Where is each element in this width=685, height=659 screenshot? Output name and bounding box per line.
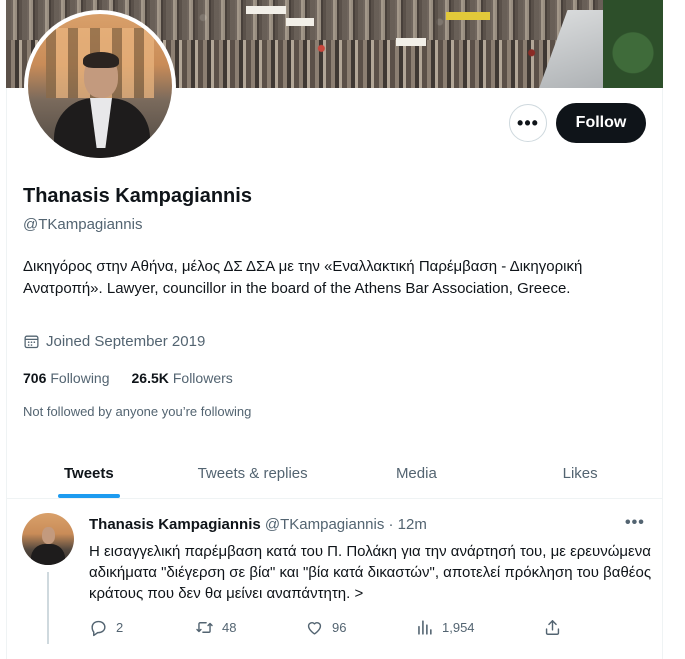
tweet-avatar[interactable] <box>22 513 74 565</box>
like-icon <box>307 622 322 635</box>
reply-button[interactable]: 2 <box>89 618 123 637</box>
tweet-more-button[interactable]: ••• <box>625 514 645 532</box>
profile-avatar[interactable] <box>24 10 176 162</box>
reply-icon <box>91 620 106 637</box>
followers-link[interactable]: 26.5K Followers <box>132 370 233 386</box>
followers-count: 26.5K <box>131 370 169 386</box>
joined-date: Joined September 2019 <box>23 333 205 350</box>
profile-tabs: Tweets Tweets & replies Media Likes <box>7 449 662 499</box>
like-button[interactable]: 96 <box>305 618 346 637</box>
joined-label: Joined September 2019 <box>46 333 206 350</box>
tab-tweets[interactable]: Tweets <box>7 449 171 498</box>
tab-tweets-replies[interactable]: Tweets & replies <box>171 449 335 498</box>
following-label: Following <box>50 370 110 386</box>
profile-handle: @TKampagiannis <box>23 216 143 233</box>
more-icon: ••• <box>625 514 645 531</box>
like-count: 96 <box>332 620 347 635</box>
share-button[interactable] <box>543 618 562 637</box>
following-count: 706 <box>23 370 47 386</box>
followers-label: Followers <box>172 370 233 386</box>
following-link[interactable]: 706 Following <box>23 370 110 386</box>
not-followed-notice: Not followed by anyone you’re following <box>23 404 252 419</box>
views-icon <box>418 620 432 635</box>
tweet-text: Η εισαγγελική παρέμβαση κατά του Π. Πολά… <box>89 543 652 602</box>
tweet-author-name[interactable]: Thanasis Kampagiannis <box>89 516 261 533</box>
calendar-icon <box>24 335 39 349</box>
profile-name: Thanasis Kampagiannis <box>23 185 252 207</box>
tweet[interactable]: Thanasis Kampagiannis @TKampagiannis · 1… <box>7 500 662 659</box>
views-count: 1,954 <box>442 620 475 635</box>
thread-line <box>47 572 49 644</box>
tweet-actions: 2 48 96 1,954 <box>89 618 569 642</box>
tab-media[interactable]: Media <box>335 449 499 498</box>
share-icon <box>545 620 560 635</box>
follow-button[interactable]: Follow <box>556 103 646 143</box>
retweet-icon <box>196 622 213 633</box>
more-icon: ••• <box>517 113 539 133</box>
tweet-header: Thanasis Kampagiannis @TKampagiannis · 1… <box>89 516 427 533</box>
tab-likes[interactable]: Likes <box>498 449 662 498</box>
retweet-count: 48 <box>222 620 237 635</box>
more-options-button[interactable]: ••• <box>509 104 547 142</box>
follow-stats: 706 Following 26.5K Followers <box>23 370 233 386</box>
tweet-meta[interactable]: @TKampagiannis · 12m <box>265 516 427 533</box>
profile-bio: Δικηγόρος στην Αθήνα, μέλος ΔΣ ΔΣΑ με τη… <box>23 258 583 297</box>
retweet-button[interactable]: 48 <box>195 618 236 637</box>
views-button[interactable]: 1,954 <box>415 618 475 637</box>
reply-count: 2 <box>116 620 124 635</box>
